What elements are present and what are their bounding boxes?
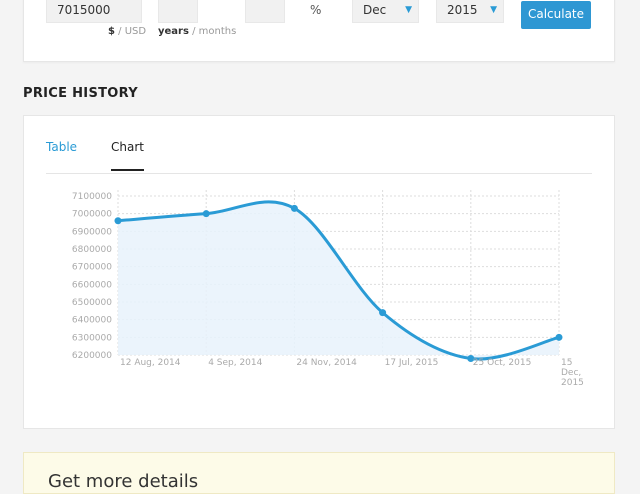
x-tick-label: 25 Oct, 2015 bbox=[473, 358, 532, 368]
x-tick-label: 15 Dec, 2015 bbox=[561, 358, 584, 388]
promo-banner: Get more details bbox=[23, 452, 615, 494]
chevron-down-icon: ▼ bbox=[490, 5, 497, 15]
data-point bbox=[202, 210, 210, 218]
price-unit-toggle[interactable]: $ / USD bbox=[108, 26, 146, 37]
price-history-title: PRICE HISTORY bbox=[23, 86, 138, 101]
duration-unit-years[interactable]: years bbox=[158, 26, 189, 37]
interest-rate-input[interactable] bbox=[245, 0, 285, 23]
y-tick-label: 6400000 bbox=[72, 316, 112, 326]
y-tick-label: 6900000 bbox=[72, 227, 112, 237]
price-unit-usd-symbol[interactable]: $ bbox=[108, 26, 115, 37]
x-tick-label: 4 Sep, 2014 bbox=[208, 358, 262, 368]
y-tick-label: 6300000 bbox=[72, 333, 112, 343]
duration-unit-months[interactable]: months bbox=[199, 26, 237, 37]
y-tick-label: 6200000 bbox=[72, 351, 112, 361]
x-tick-label: 24 Nov, 2014 bbox=[296, 358, 357, 368]
y-tick-label: 6800000 bbox=[72, 245, 112, 255]
y-tick-label: 7100000 bbox=[72, 192, 112, 202]
data-point bbox=[290, 204, 298, 212]
month-select[interactable]: Dec ▼ bbox=[352, 0, 419, 23]
chevron-down-icon: ▼ bbox=[405, 5, 412, 15]
year-select[interactable]: 2015 ▼ bbox=[436, 0, 504, 23]
series-area bbox=[118, 201, 559, 360]
duration-input[interactable] bbox=[158, 0, 198, 23]
year-select-value: 2015 bbox=[447, 3, 478, 17]
price-history-chart: 6200000 6300000 6400000 6500000 6600000 67000… bbox=[72, 190, 584, 388]
data-point bbox=[555, 333, 563, 341]
x-tick-label: 17 Jul, 2015 bbox=[385, 358, 439, 368]
price-unit-usd-label[interactable]: USD bbox=[125, 26, 146, 37]
duration-unit-toggle[interactable]: years / months bbox=[158, 26, 236, 37]
price-history-card: Table Chart 6200000 6300000 6400000 6500000… bbox=[23, 115, 615, 429]
calculate-button[interactable]: Calculate bbox=[521, 1, 591, 29]
data-point bbox=[379, 309, 387, 317]
y-tick-label: 7000000 bbox=[72, 210, 112, 220]
calculator-card: 7015000 $ / USD years / months % Dec ▼ 2… bbox=[23, 0, 615, 62]
price-input-value: 7015000 bbox=[57, 3, 111, 17]
percent-symbol: % bbox=[310, 3, 322, 17]
y-tick-label: 6600000 bbox=[72, 280, 112, 290]
y-tick-label: 6500000 bbox=[72, 298, 112, 308]
x-tick-label: 12 Aug, 2014 bbox=[120, 358, 181, 368]
y-tick-label: 6700000 bbox=[72, 263, 112, 273]
promo-text: Get more details bbox=[48, 471, 199, 492]
price-input[interactable]: 7015000 bbox=[46, 0, 142, 23]
month-select-value: Dec bbox=[363, 3, 387, 17]
data-point bbox=[114, 217, 122, 225]
